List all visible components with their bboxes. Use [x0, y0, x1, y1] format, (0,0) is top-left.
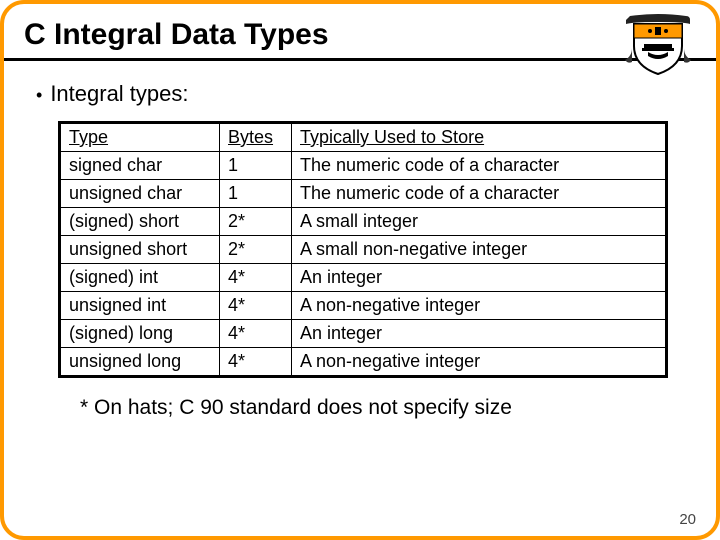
- cell-use: A non-negative integer: [292, 348, 667, 377]
- cell-type: (signed) long: [60, 320, 220, 348]
- cell-use: The numeric code of a character: [292, 180, 667, 208]
- cell-bytes: 4*: [220, 348, 292, 377]
- slide-body: • Integral types: Type Bytes Typically U…: [4, 61, 716, 420]
- cell-type: unsigned short: [60, 236, 220, 264]
- cell-use: A small non-negative integer: [292, 236, 667, 264]
- cell-bytes: 2*: [220, 236, 292, 264]
- col-header-bytes: Bytes: [220, 123, 292, 152]
- slide-header: C Integral Data Types: [4, 4, 716, 61]
- cell-type: unsigned int: [60, 292, 220, 320]
- table-row: unsigned char 1 The numeric code of a ch…: [60, 180, 667, 208]
- col-header-use: Typically Used to Store: [292, 123, 667, 152]
- cell-use: A non-negative integer: [292, 292, 667, 320]
- table-header-row: Type Bytes Typically Used to Store: [60, 123, 667, 152]
- table-row: unsigned short 2* A small non-negative i…: [60, 236, 667, 264]
- cell-use: An integer: [292, 320, 667, 348]
- bullet-dot-icon: •: [36, 86, 42, 104]
- shield-icon: [622, 12, 694, 78]
- cell-bytes: 4*: [220, 264, 292, 292]
- cell-use: The numeric code of a character: [292, 152, 667, 180]
- table-row: unsigned long 4* A non-negative integer: [60, 348, 667, 377]
- cell-bytes: 2*: [220, 208, 292, 236]
- table-row: signed char 1 The numeric code of a char…: [60, 152, 667, 180]
- cell-use: An integer: [292, 264, 667, 292]
- cell-use: A small integer: [292, 208, 667, 236]
- bullet-text: Integral types:: [50, 81, 188, 107]
- page-number: 20: [679, 511, 696, 528]
- bullet-item: • Integral types:: [36, 81, 688, 107]
- cell-type: (signed) short: [60, 208, 220, 236]
- col-header-type: Type: [60, 123, 220, 152]
- cell-type: unsigned char: [60, 180, 220, 208]
- cell-bytes: 1: [220, 180, 292, 208]
- cell-bytes: 1: [220, 152, 292, 180]
- types-table: Type Bytes Typically Used to Store signe…: [58, 121, 668, 378]
- cell-type: signed char: [60, 152, 220, 180]
- cell-type: (signed) int: [60, 264, 220, 292]
- footnote-text: * On hats; C 90 standard does not specif…: [80, 396, 688, 420]
- table-row: unsigned int 4* A non-negative integer: [60, 292, 667, 320]
- cell-bytes: 4*: [220, 320, 292, 348]
- slide-frame: C Integral Data Types • Integral types: …: [0, 0, 720, 540]
- cell-bytes: 4*: [220, 292, 292, 320]
- cell-type: unsigned long: [60, 348, 220, 377]
- slide-title: C Integral Data Types: [24, 18, 696, 52]
- table-row: (signed) long 4* An integer: [60, 320, 667, 348]
- table-row: (signed) int 4* An integer: [60, 264, 667, 292]
- table-row: (signed) short 2* A small integer: [60, 208, 667, 236]
